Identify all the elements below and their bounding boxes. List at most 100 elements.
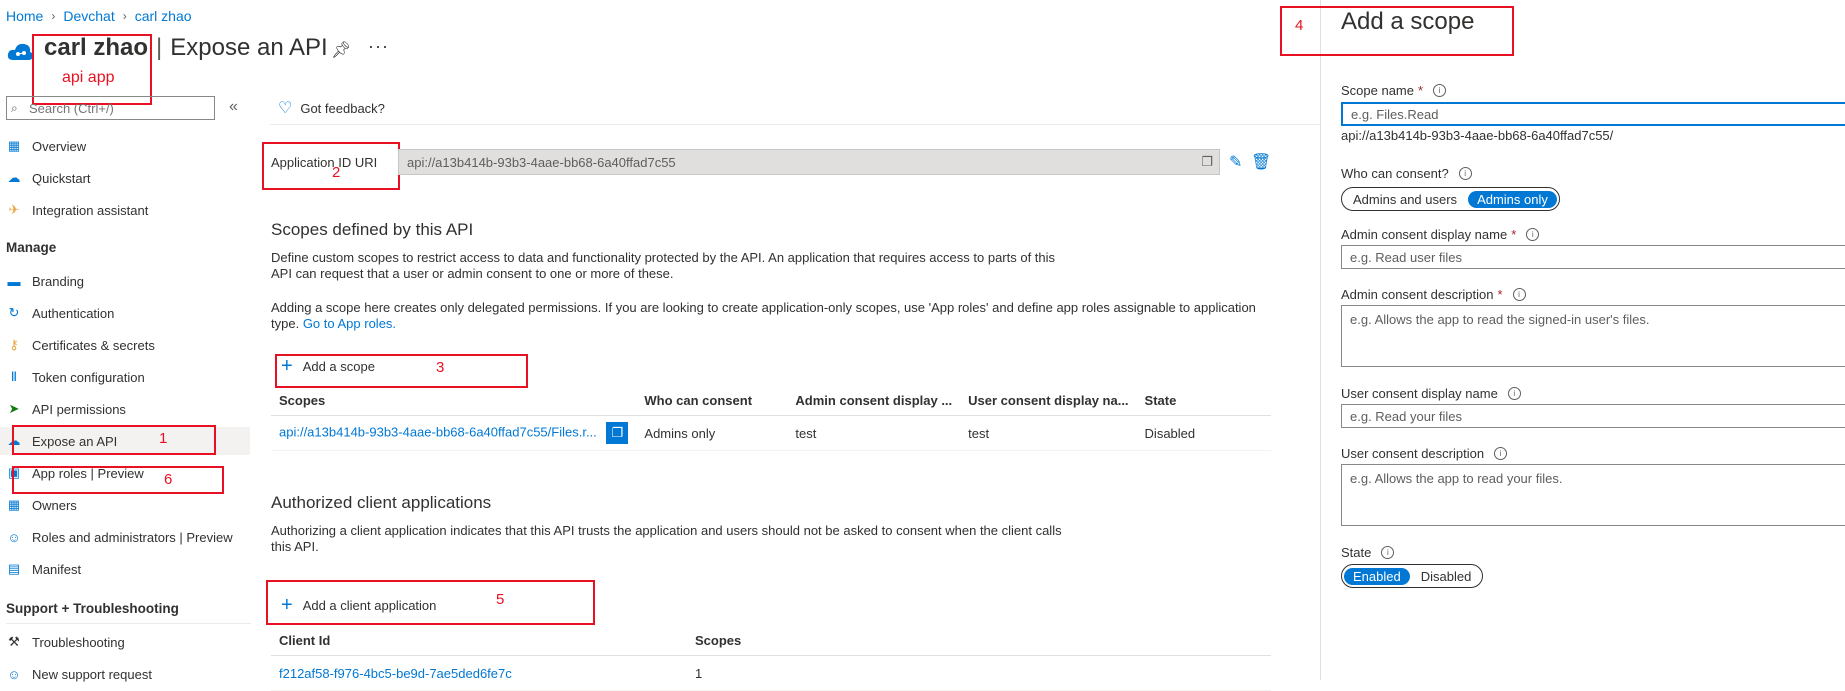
sidebar-item-label: Authentication bbox=[32, 305, 115, 321]
edit-icon[interactable]: ✎ bbox=[1229, 152, 1242, 172]
clients-heading: Authorized client applications bbox=[271, 493, 492, 512]
required-marker: * bbox=[1418, 83, 1424, 98]
wrench-icon: ⚒ bbox=[8, 634, 20, 649]
annotation-box-6 bbox=[12, 466, 224, 494]
admin-desc-label-text: Admin consent description bbox=[1341, 287, 1494, 302]
column-header[interactable]: Admin consent display ... bbox=[787, 385, 961, 416]
sidebar-item-overview[interactable]: ▦ Overview bbox=[0, 132, 250, 160]
info-icon[interactable]: i bbox=[1458, 167, 1472, 180]
scope-name-label-text: Scope name bbox=[1341, 83, 1414, 98]
column-header[interactable]: State bbox=[1136, 385, 1271, 416]
sidebar-item-label: Branding bbox=[32, 273, 85, 289]
scopes-description-2-text: Adding a scope here creates only delegat… bbox=[271, 300, 1256, 331]
option-admins-only[interactable]: Admins only bbox=[1468, 190, 1557, 208]
info-icon[interactable]: i bbox=[1381, 546, 1395, 559]
state-label: State i bbox=[1341, 545, 1395, 560]
delete-icon[interactable]: 🗑︎ bbox=[1251, 152, 1271, 172]
annotation-1: 1 bbox=[159, 430, 168, 447]
more-icon[interactable]: ··· bbox=[368, 36, 389, 57]
sidebar-item-token[interactable]: Ⅱ Token configuration bbox=[0, 363, 250, 391]
option-admins-and-users[interactable]: Admins and users bbox=[1344, 191, 1466, 208]
annotation-box-1 bbox=[12, 425, 216, 455]
copy-icon[interactable]: ❐ bbox=[1201, 154, 1213, 170]
sidebar-item-label: Manifest bbox=[32, 561, 82, 577]
sidebar-item-roles-admins[interactable]: ☺ Roles and administrators | Preview bbox=[0, 523, 250, 551]
search-box[interactable]: ⌕ bbox=[6, 96, 215, 120]
sidebar-item-authentication[interactable]: ↻ Authentication bbox=[0, 299, 250, 327]
toolbar-divider bbox=[270, 124, 1320, 125]
column-header[interactable]: User consent display na... bbox=[960, 385, 1137, 416]
branding-icon: ▬ bbox=[7, 273, 21, 289]
column-header[interactable]: Client Id bbox=[271, 625, 687, 656]
table-row: f212af58-f976-4bc5-be9d-7ae5ded6fe7c 1 bbox=[271, 655, 1271, 691]
who-can-consent-cell: Admins only bbox=[636, 415, 788, 451]
chevron-right-icon: › bbox=[122, 9, 127, 23]
info-icon[interactable]: i bbox=[1507, 387, 1521, 400]
admin-desc-input[interactable] bbox=[1341, 305, 1845, 367]
user-desc-label: User consent description i bbox=[1341, 446, 1508, 461]
sidebar-item-label: Quickstart bbox=[32, 170, 91, 186]
sidebar-item-manifest[interactable]: ▤ Manifest bbox=[0, 555, 250, 583]
authentication-icon: ↻ bbox=[8, 305, 20, 320]
who-can-consent-toggle[interactable]: Admins and users Admins only bbox=[1341, 187, 1560, 211]
pin-icon[interactable]: 📌︎ bbox=[331, 40, 351, 60]
clients-description: Authorizing a client application indicat… bbox=[271, 523, 1062, 554]
sidebar-item-label: Roles and administrators | Preview bbox=[32, 529, 233, 545]
breadcrumb-app[interactable]: carl zhao bbox=[135, 8, 192, 24]
annotation-6: 6 bbox=[164, 471, 173, 488]
title-separator: | bbox=[156, 34, 163, 61]
sidebar-item-quickstart[interactable]: ☁ Quickstart bbox=[0, 164, 250, 192]
sidebar-item-certificates[interactable]: ⚷ Certificates & secrets bbox=[0, 331, 250, 359]
option-disabled[interactable]: Disabled bbox=[1412, 568, 1481, 585]
go-to-app-roles-link[interactable]: Go to App roles. bbox=[303, 316, 396, 331]
client-id-link[interactable]: f212af58-f976-4bc5-be9d-7ae5ded6fe7c bbox=[279, 666, 512, 681]
info-icon[interactable]: i bbox=[1512, 288, 1526, 301]
admin-display-label: Admin consent display name * i bbox=[1341, 227, 1540, 242]
app-id-uri-value: api://a13b414b-93b3-4aae-bb68-6a40ffad7c… bbox=[407, 154, 676, 170]
column-header[interactable]: Who can consent bbox=[636, 385, 788, 416]
table-row: api://a13b414b-93b3-4aae-bb68-6a40ffad7c… bbox=[271, 415, 1271, 451]
table-header-row: Client Id Scopes bbox=[271, 625, 1271, 656]
breadcrumb-devchat[interactable]: Devchat bbox=[63, 8, 114, 24]
breadcrumb-home[interactable]: Home bbox=[6, 8, 43, 24]
search-input[interactable] bbox=[27, 100, 211, 116]
token-icon: Ⅱ bbox=[10, 369, 18, 384]
feedback-link[interactable]: ♡ Got feedback? bbox=[278, 98, 385, 118]
sidebar-item-support[interactable]: ☺ New support request bbox=[0, 660, 250, 688]
column-header[interactable]: Scopes bbox=[687, 625, 1271, 656]
info-icon[interactable]: i bbox=[1433, 84, 1447, 97]
admin-display-label-text: Admin consent display name bbox=[1341, 227, 1508, 242]
roles-icon: ☺ bbox=[7, 529, 21, 545]
scopes-table: Scopes Who can consent Admin consent dis… bbox=[271, 385, 1271, 451]
scope-prefix: api://a13b414b-93b3-4aae-bb68-6a40ffad7c… bbox=[1341, 128, 1614, 143]
sidebar-item-troubleshooting[interactable]: ⚒ Troubleshooting bbox=[0, 628, 250, 656]
table-header-row: Scopes Who can consent Admin consent dis… bbox=[271, 385, 1271, 416]
column-header[interactable]: Scopes bbox=[271, 385, 637, 416]
annotation-box-title bbox=[32, 34, 152, 105]
sidebar-item-integration[interactable]: ✈ Integration assistant bbox=[0, 196, 250, 224]
page-name: Expose an API bbox=[170, 34, 328, 61]
info-icon[interactable]: i bbox=[1526, 228, 1540, 241]
sidebar-item-label: Token configuration bbox=[32, 369, 145, 385]
client-scopes-cell: 1 bbox=[687, 655, 1271, 691]
who-can-consent-label-text: Who can consent? bbox=[1341, 166, 1449, 181]
annotation-box-5 bbox=[266, 580, 595, 625]
sidebar-item-api-permissions[interactable]: ➤ API permissions bbox=[0, 395, 250, 423]
admin-display-input[interactable] bbox=[1341, 245, 1845, 269]
app-cloud-icon bbox=[7, 43, 34, 60]
info-icon[interactable]: i bbox=[1494, 447, 1508, 460]
sidebar-item-owners[interactable]: ▦ Owners bbox=[0, 491, 250, 519]
scope-name-input[interactable] bbox=[1341, 102, 1845, 126]
user-display-input[interactable] bbox=[1341, 404, 1845, 428]
copy-icon[interactable]: ❐ bbox=[606, 422, 629, 444]
permissions-icon: ➤ bbox=[8, 401, 20, 416]
client-id-cell: f212af58-f976-4bc5-be9d-7ae5ded6fe7c bbox=[271, 655, 687, 691]
annotation-2: 2 bbox=[332, 164, 341, 181]
collapse-sidebar-icon[interactable]: « bbox=[229, 98, 238, 116]
user-desc-input[interactable] bbox=[1341, 464, 1845, 526]
sidebar-item-branding[interactable]: ▬ Branding bbox=[0, 267, 250, 295]
user-display-cell: test bbox=[960, 415, 1137, 451]
state-toggle[interactable]: Enabled Disabled bbox=[1341, 564, 1484, 588]
option-enabled[interactable]: Enabled bbox=[1344, 567, 1410, 585]
scope-link[interactable]: api://a13b414b-93b3-4aae-bb68-6a40ffad7c… bbox=[279, 424, 597, 439]
